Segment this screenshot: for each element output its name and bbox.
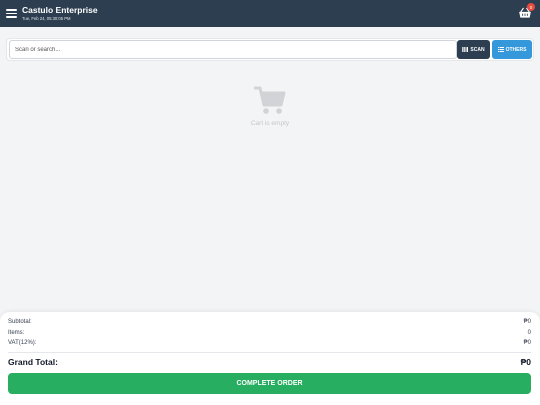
shopping-cart-icon [254,86,286,114]
hamburger-icon[interactable] [6,9,17,18]
grand-total-value: ₱0 [520,357,531,367]
items-row: Items: 0 [8,330,531,336]
search-bar [6,38,534,61]
empty-cart-text: Cart is empty [250,120,290,127]
cart-count-badge: 0 [527,3,535,11]
order-summary: Subtotal: ₱0 Items: 0 VAT(12%): ₱0 Grand… [0,312,540,405]
subtotal-label: Subtotal: [8,319,32,325]
others-label: OTHERS [505,46,527,53]
vat-label: VAT(12%): [8,340,37,346]
vat-value: ₱0 [523,340,531,346]
scan-label: SCAN [470,46,485,53]
empty-cart-placeholder: Cart is empty [220,85,320,127]
others-button[interactable]: OTHERS [492,40,532,59]
scan-button[interactable]: SCAN [457,40,490,59]
current-date: Tue, Feb 24, 05:30:05 PM [22,15,71,21]
grand-total-label: Grand Total: [8,357,58,367]
search-input[interactable] [9,40,457,59]
vat-row: VAT(12%): ₱0 [8,340,531,346]
cart-button[interactable]: 0 [518,3,535,20]
complete-order-button[interactable]: COMPLETE ORDER [8,373,531,394]
items-label: Items: [8,330,25,336]
grand-total-row: Grand Total: ₱0 [8,357,531,367]
subtotal-value: ₱0 [523,319,531,325]
store-name: Castulo Enterprise [22,5,98,16]
top-bar: Castulo Enterprise Tue, Feb 24, 05:30:05… [0,0,540,27]
brand: Castulo Enterprise Tue, Feb 24, 05:30:05… [22,6,98,21]
subtotal-row: Subtotal: ₱0 [8,319,531,325]
barcode-icon [462,47,469,52]
items-value: 0 [527,330,531,336]
summary-divider [8,352,531,353]
list-icon [497,47,504,52]
